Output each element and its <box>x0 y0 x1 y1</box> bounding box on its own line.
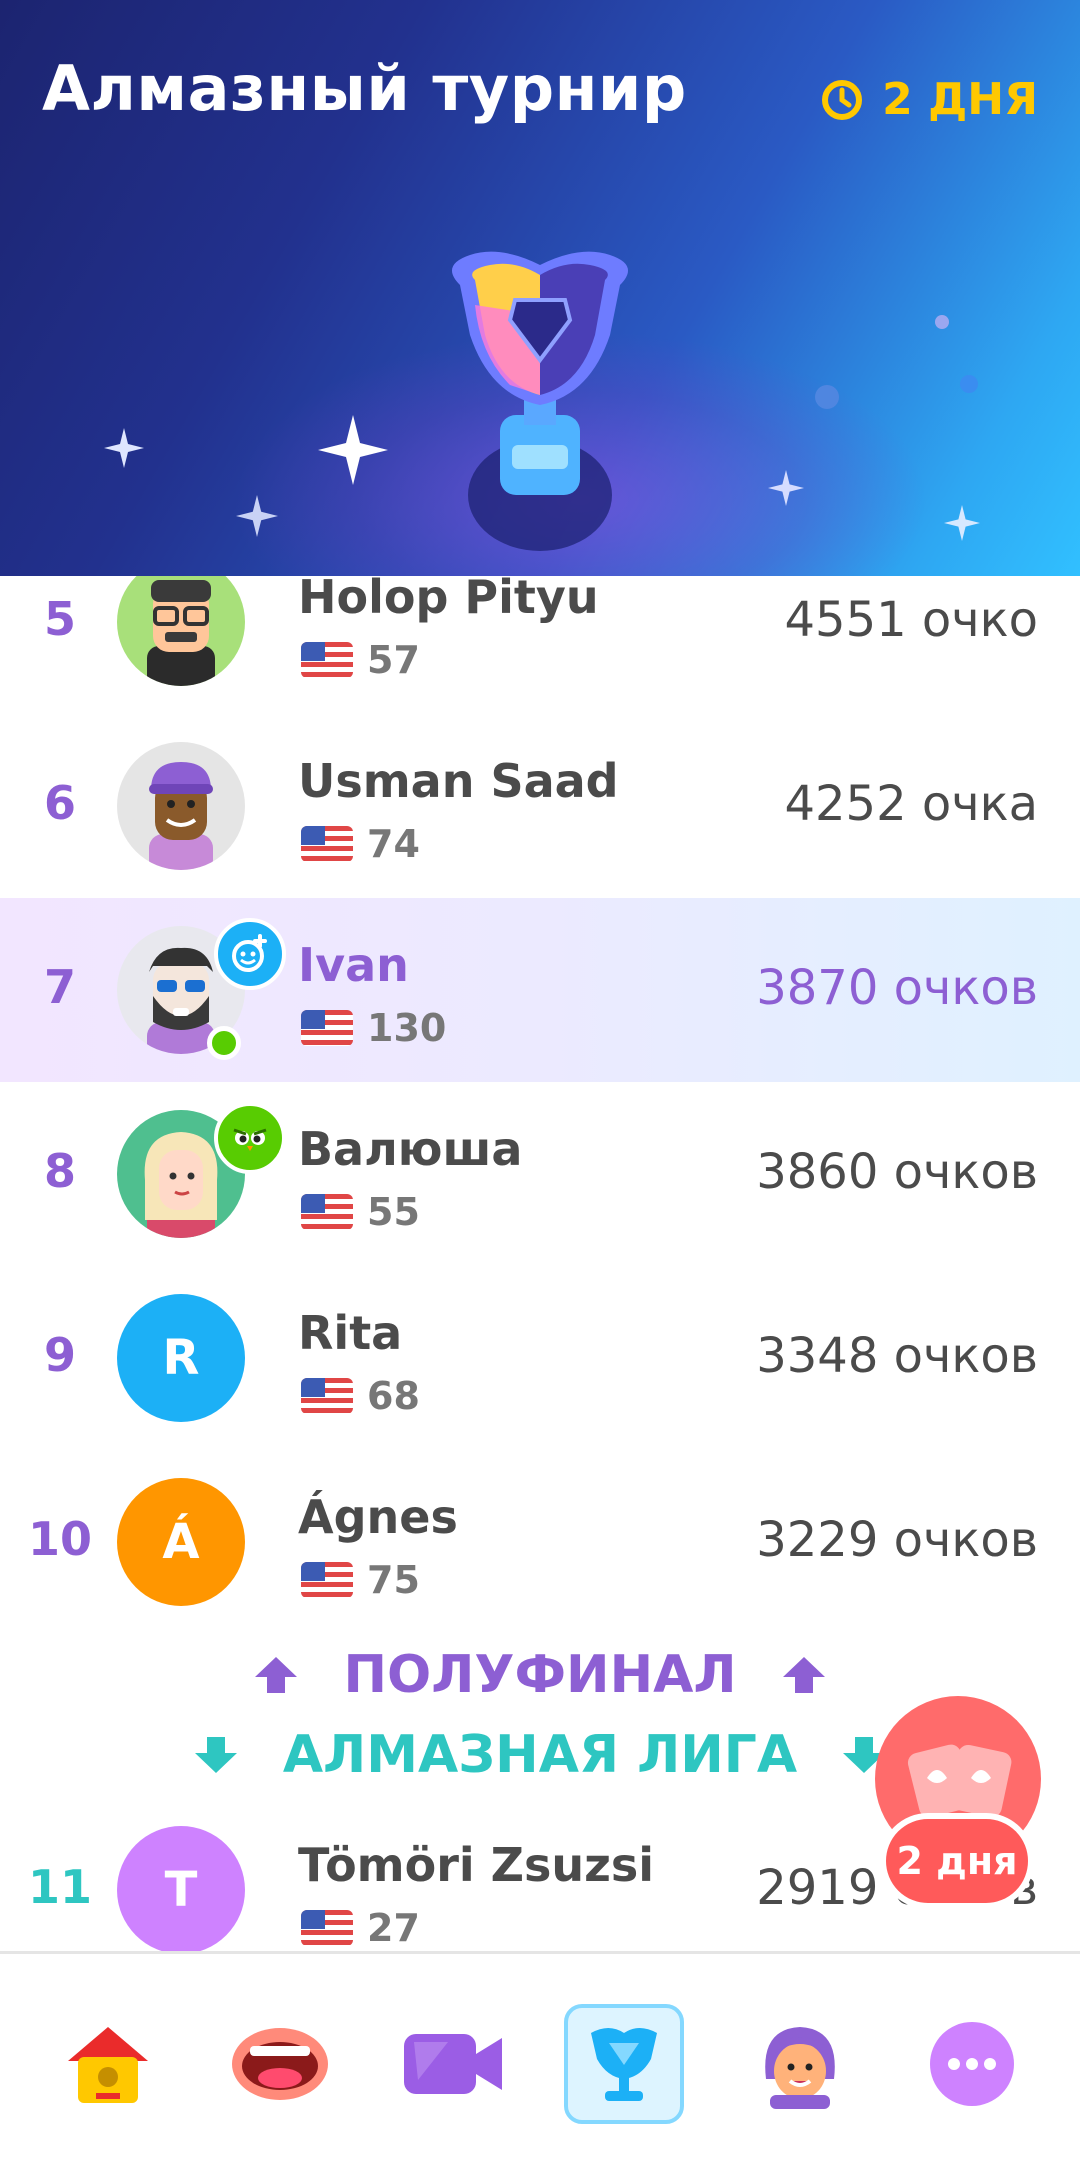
decor-dot <box>815 385 839 409</box>
user-name: Ivan <box>298 938 409 992</box>
user-name: Rita <box>298 1306 403 1360</box>
leaderboard-row[interactable]: 10 Á Ágnes 75 3229 очков <box>0 1450 1080 1634</box>
sparkle-icon <box>768 470 804 506</box>
xp-score: 4551 очко <box>784 592 1039 648</box>
more-icon <box>930 2022 1014 2106</box>
us-flag-icon <box>301 642 353 678</box>
speaking-mouth-icon <box>232 2028 328 2100</box>
super-badge-icon <box>214 918 286 990</box>
streak-count: 55 <box>367 1190 420 1234</box>
league-header: Алмазный турнир 2 ДНЯ <box>0 0 1080 576</box>
nav-more[interactable] <box>912 2004 1032 2124</box>
rank-number: 11 <box>27 1860 92 1914</box>
home-icon <box>68 2027 148 2103</box>
streak-count: 68 <box>367 1374 420 1418</box>
streak-info: 130 <box>301 1006 446 1050</box>
us-flag-icon <box>301 826 353 862</box>
streak-info: 68 <box>301 1374 420 1418</box>
character-avatar-icon <box>149 762 213 870</box>
rank-number: 6 <box>43 776 76 830</box>
nav-home[interactable] <box>48 2004 168 2124</box>
timer-label: 2 ДНЯ <box>882 74 1038 125</box>
streak-info: 57 <box>301 638 420 682</box>
arrow-up-icon <box>255 1657 298 1693</box>
chest-timer-pill[interactable]: 2 дня <box>880 1813 1034 1909</box>
rank-number: 7 <box>43 960 76 1014</box>
streak-info: 55 <box>301 1190 420 1234</box>
chest-timer-label: 2 дня <box>896 1839 1018 1883</box>
nav-video[interactable] <box>393 2004 513 2124</box>
streak-count: 130 <box>367 1006 447 1050</box>
duo-owl-badge-icon <box>214 1102 286 1174</box>
avatar <box>117 576 245 686</box>
streak-info: 74 <box>301 822 420 866</box>
sparkle-icon <box>944 505 980 541</box>
nav-profile[interactable] <box>740 2004 860 2124</box>
bottom-nav <box>0 1951 1080 2170</box>
streak-count: 74 <box>367 822 420 866</box>
xp-score: 4252 очка <box>784 776 1038 832</box>
avatar-initial: Á <box>117 1478 245 1606</box>
rank-number: 10 <box>27 1512 92 1566</box>
streak-info: 75 <box>301 1558 420 1602</box>
video-camera-icon <box>404 2034 502 2094</box>
tournament-timer: 2 ДНЯ <box>820 74 1038 125</box>
user-name: Ágnes <box>298 1490 458 1544</box>
arrow-down-icon <box>194 1737 237 1773</box>
decor-dot <box>935 315 949 329</box>
avatar-initial: R <box>117 1294 245 1422</box>
character-avatar-icon <box>147 580 215 686</box>
us-flag-icon <box>301 1562 353 1598</box>
streak-count: 75 <box>367 1558 420 1602</box>
streak-count: 57 <box>367 638 420 682</box>
streak-count: 27 <box>367 1906 420 1950</box>
nav-leaderboard[interactable] <box>564 2004 684 2124</box>
avatar-initial: T <box>117 1826 245 1951</box>
streak-info: 27 <box>301 1906 420 1950</box>
leaderboard-row[interactable]: 9 R Rita 68 3348 очков <box>0 1266 1080 1450</box>
leaderboard-row-current-user[interactable]: 7 Ivan 130 3870 очков <box>0 898 1080 1082</box>
user-name: Holop Pityu <box>298 576 599 624</box>
leaderboard-row[interactable]: 8 Валюша 55 3860 очков <box>0 1082 1080 1266</box>
rank-number: 8 <box>43 1144 76 1198</box>
nav-speaking[interactable] <box>220 2004 340 2124</box>
user-name: Usman Saad <box>298 754 619 808</box>
clock-icon <box>822 79 863 120</box>
user-name: Tömöri Zsuzsi <box>298 1838 655 1892</box>
rank-number: 5 <box>43 592 76 646</box>
page-title: Алмазный турнир <box>42 52 687 125</box>
leaderboard-trophy-icon <box>591 2028 657 2101</box>
promotion-zone-label: ПОЛУФИНАЛ <box>343 1645 737 1705</box>
xp-score: 3348 очков <box>756 1328 1038 1384</box>
diamond-trophy-icon <box>452 251 628 551</box>
profile-character-icon <box>765 2027 835 2109</box>
leaderboard-row[interactable]: 5 Holop Pityu 57 4551 очко <box>0 576 1080 714</box>
avatar <box>117 742 245 870</box>
sparkle-icon <box>236 495 278 537</box>
us-flag-icon <box>301 1010 353 1046</box>
rank-number: 9 <box>43 1328 76 1382</box>
xp-score: 3870 очков <box>756 960 1038 1016</box>
online-indicator <box>207 1026 241 1060</box>
demotion-zone-label: АЛМАЗНАЯ ЛИГА <box>282 1725 798 1785</box>
arrow-up-icon <box>782 1657 825 1693</box>
us-flag-icon <box>301 1910 353 1946</box>
decor-dot <box>960 375 978 393</box>
sparkle-icon <box>318 415 388 485</box>
user-name: Валюша <box>298 1122 523 1176</box>
us-flag-icon <box>301 1378 353 1414</box>
sparkle-icon <box>104 428 144 468</box>
us-flag-icon <box>301 1194 353 1230</box>
xp-score: 3860 очков <box>756 1144 1038 1200</box>
leaderboard-row[interactable]: 6 Usman Saad 74 4252 очка <box>0 714 1080 898</box>
xp-score: 3229 очков <box>756 1512 1038 1568</box>
